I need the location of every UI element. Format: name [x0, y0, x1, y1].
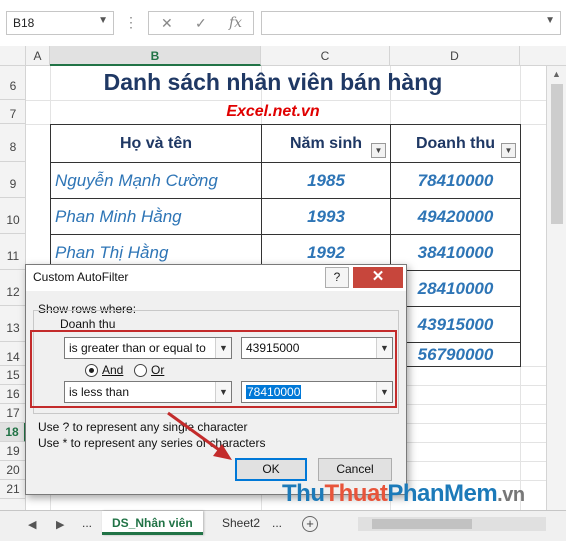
watermark-part: Thuat	[324, 480, 388, 507]
watermark-part: Thu	[282, 480, 325, 507]
watermark-part: .vn	[497, 484, 525, 506]
pointer-arrow-icon	[167, 411, 232, 460]
watermark-part: PhanMem	[387, 480, 498, 507]
site-watermark: ThuThuatPhanMem.vn	[282, 480, 525, 508]
